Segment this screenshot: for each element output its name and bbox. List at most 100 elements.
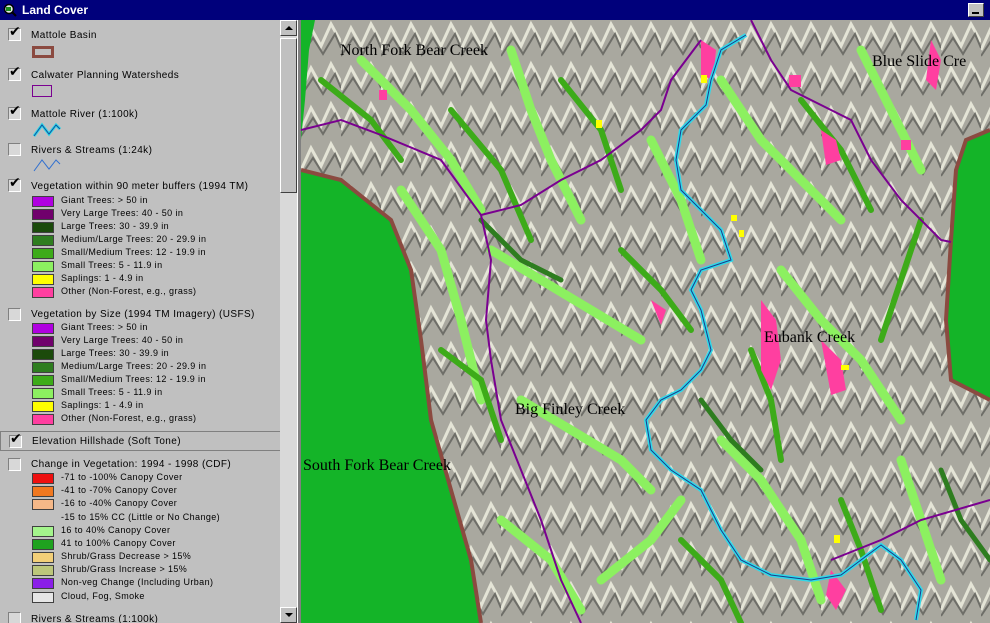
river-line-symbol: [32, 122, 62, 137]
app-icon: [3, 3, 17, 17]
color-swatch: [32, 552, 54, 563]
legend-item: Non-veg Change (Including Urban): [32, 577, 277, 589]
layer-hillshade[interactable]: ✔ Elevation Hillshade (Soft Tone): [0, 431, 280, 451]
legend-item: Large Trees: 30 - 39.9 in: [32, 348, 277, 360]
color-swatch: [32, 222, 54, 233]
layer-checkbox[interactable]: ✔: [8, 103, 21, 120]
layer-calwater: ✔ Calwater Planning Watersheds: [0, 64, 280, 102]
color-swatch: [32, 362, 54, 373]
scroll-thumb[interactable]: [280, 38, 297, 193]
legend-panel: ✔ Mattole Basin ✔ Calwater Planning Wate…: [0, 20, 280, 623]
color-swatch: [32, 486, 54, 497]
down-arrow-icon: [285, 613, 293, 617]
color-swatch: [32, 261, 54, 272]
legend-item: Large Trees: 30 - 39.9 in: [32, 221, 277, 233]
color-swatch: [32, 539, 54, 550]
color-swatch: [32, 592, 54, 603]
layer-checkbox[interactable]: ✔: [8, 175, 21, 192]
legend-item-label: Very Large Trees: 40 - 50 in: [61, 335, 184, 345]
legend-item: -16 to -40% Canopy Cover: [32, 498, 277, 510]
legend-item-label: Non-veg Change (Including Urban): [61, 577, 214, 587]
layer-change-vegetation: Change in Vegetation: 1994 - 1998 (CDF) …: [0, 455, 280, 605]
legend-item-label: 41 to 100% Canopy Cover: [61, 538, 176, 548]
legend-item: Small Trees: 5 - 11.9 in: [32, 387, 277, 399]
legend-item-label: Saplings: 1 - 4.9 in: [61, 400, 144, 410]
legend-item: Other (Non-Forest, e.g., grass): [32, 286, 277, 298]
legend-item-label: -41 to -70% Canopy Cover: [61, 485, 178, 495]
legend-item: Small Trees: 5 - 11.9 in: [32, 260, 277, 272]
layer-name: Change in Vegetation: 1994 - 1998 (CDF): [31, 459, 232, 470]
map-label-blue-slide: Blue Slide Cre: [872, 53, 967, 70]
legend-item-label: Saplings: 1 - 4.9 in: [61, 273, 144, 283]
color-swatch: [32, 375, 54, 386]
layer-checkbox[interactable]: [8, 143, 21, 156]
legend-item-label: Other (Non-Forest, e.g., grass): [61, 413, 197, 423]
color-swatch: [32, 336, 54, 347]
color-swatch: [32, 526, 54, 537]
layer-rivers-100k: Rivers & Streams (1:100k): [0, 610, 280, 623]
polygon-symbol: [32, 85, 52, 97]
layer-checkbox[interactable]: [8, 458, 21, 471]
legend-item: Medium/Large Trees: 20 - 29.9 in: [32, 234, 277, 246]
layer-name: Rivers & Streams (1:100k): [31, 614, 159, 623]
legend-item: Cloud, Fog, Smoke: [32, 591, 277, 603]
layer-mattole-basin: ✔ Mattole Basin: [0, 24, 280, 64]
legend-item-label: Shrub/Grass Decrease > 15%: [61, 551, 192, 561]
layer-name: Vegetation by Size (1994 TM Imagery) (US…: [31, 309, 255, 320]
layer-checkbox[interactable]: ✔: [8, 64, 21, 81]
color-swatch: [32, 388, 54, 399]
stream-line-symbol: [33, 159, 61, 172]
color-swatch: [32, 414, 54, 425]
color-swatch: [32, 235, 54, 246]
legend-item-label: -15 to 15% CC (Little or No Change): [61, 512, 221, 522]
color-swatch: [32, 565, 54, 576]
legend-item-label: Large Trees: 30 - 39.9 in: [61, 348, 170, 358]
layer-checkbox[interactable]: ✔: [9, 431, 22, 448]
scroll-down-button[interactable]: [280, 607, 297, 623]
legend-item: Giant Trees: > 50 in: [32, 322, 277, 334]
legend-item-label: 16 to 40% Canopy Cover: [61, 525, 171, 535]
layer-rivers-24k: Rivers & Streams (1:24k): [0, 141, 280, 175]
legend-item: -41 to -70% Canopy Cover: [32, 485, 277, 497]
legend-item-label: Shrub/Grass Increase > 15%: [61, 564, 188, 574]
map-canvas: [301, 20, 990, 623]
layer-checkbox[interactable]: [8, 308, 21, 321]
legend-item-label: Medium/Large Trees: 20 - 29.9 in: [61, 234, 207, 244]
color-swatch: [32, 287, 54, 298]
color-swatch: [32, 274, 54, 285]
color-swatch: [32, 473, 54, 484]
legend-item: Small/Medium Trees: 12 - 19.9 in: [32, 374, 277, 386]
legend-item: 41 to 100% Canopy Cover: [32, 538, 277, 550]
legend-item: Other (Non-Forest, e.g., grass): [32, 413, 277, 425]
map-label-eubank: Eubank Creek: [764, 329, 856, 346]
minimize-button[interactable]: [968, 3, 984, 17]
layer-name: Vegetation within 90 meter buffers (1994…: [31, 181, 249, 192]
legend-item-label: Small/Medium Trees: 12 - 19.9 in: [61, 374, 206, 384]
polygon-symbol: [32, 46, 54, 58]
legend-scrollbar[interactable]: [280, 20, 297, 623]
window-title: Land Cover: [22, 3, 89, 17]
legend-item-label: Small Trees: 5 - 11.9 in: [61, 387, 163, 397]
legend-item: Saplings: 1 - 4.9 in: [32, 400, 277, 412]
legend-item-label: Giant Trees: > 50 in: [61, 322, 148, 332]
layer-name: Mattole River (1:100k): [31, 109, 139, 120]
legend-item-label: Giant Trees: > 50 in: [61, 195, 148, 205]
legend-item-label: Small Trees: 5 - 11.9 in: [61, 260, 163, 270]
layer-vegetation-size: Vegetation by Size (1994 TM Imagery) (US…: [0, 306, 280, 430]
legend-item: Saplings: 1 - 4.9 in: [32, 273, 277, 285]
legend-item: Shrub/Grass Increase > 15%: [32, 564, 277, 576]
color-swatch: [32, 209, 54, 220]
layer-name: Rivers & Streams (1:24k): [31, 145, 153, 156]
legend-item-label: Other (Non-Forest, e.g., grass): [61, 286, 197, 296]
map-view[interactable]: North Fork Bear Creek Blue Slide Cre Eub…: [301, 20, 990, 623]
legend-item: Medium/Large Trees: 20 - 29.9 in: [32, 361, 277, 373]
layer-name: Elevation Hillshade (Soft Tone): [32, 436, 181, 447]
color-swatch: [32, 323, 54, 334]
scroll-up-button[interactable]: [280, 20, 297, 36]
legend-item-label: -71 to -100% Canopy Cover: [61, 472, 183, 482]
color-swatch: [32, 196, 54, 207]
layer-name: Calwater Planning Watersheds: [31, 70, 180, 81]
layer-checkbox[interactable]: [8, 612, 21, 623]
window-titlebar: Land Cover: [0, 0, 990, 20]
layer-checkbox[interactable]: ✔: [8, 24, 21, 41]
